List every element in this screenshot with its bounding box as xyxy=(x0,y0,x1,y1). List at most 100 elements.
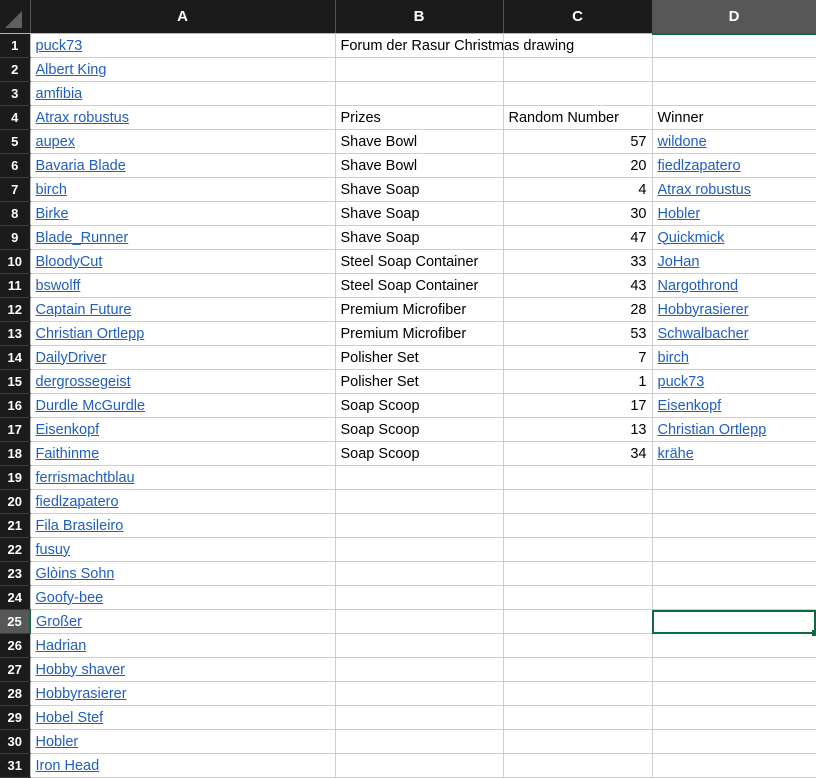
hyperlink[interactable]: amfibia xyxy=(36,86,83,102)
cell-B19[interactable] xyxy=(335,465,504,490)
cell-A1[interactable]: puck73 xyxy=(30,33,336,58)
row-header-25[interactable]: 25 xyxy=(0,609,31,634)
cell-B28[interactable] xyxy=(335,681,504,706)
cell-A11[interactable]: bswolff xyxy=(30,273,336,298)
row-header-26[interactable]: 26 xyxy=(0,633,31,658)
row-header-31[interactable]: 31 xyxy=(0,753,31,778)
cell-C3[interactable] xyxy=(503,81,653,106)
cell-C13[interactable]: 53 xyxy=(503,321,653,346)
cell-A22[interactable]: fusuy xyxy=(30,537,336,562)
cell-C8[interactable]: 30 xyxy=(503,201,653,226)
column-header-c[interactable]: C xyxy=(503,0,653,34)
row-header-20[interactable]: 20 xyxy=(0,489,31,514)
cell-C12[interactable]: 28 xyxy=(503,297,653,322)
cell-C24[interactable] xyxy=(503,585,653,610)
row-header-5[interactable]: 5 xyxy=(0,129,31,154)
row-header-19[interactable]: 19 xyxy=(0,465,31,490)
cell-A19[interactable]: ferrismachtblau xyxy=(30,465,336,490)
cell-D11[interactable]: Nargothrond xyxy=(652,273,816,298)
cell-C4[interactable]: Random Number xyxy=(503,105,653,130)
cell-B20[interactable] xyxy=(335,489,504,514)
cell-C26[interactable] xyxy=(503,633,653,658)
cell-C7[interactable]: 4 xyxy=(503,177,653,202)
cell-C16[interactable]: 17 xyxy=(503,393,653,418)
cell-B12[interactable]: Premium Microfiber xyxy=(335,297,504,322)
cell-C14[interactable]: 7 xyxy=(503,345,653,370)
hyperlink[interactable]: Hobel Stef xyxy=(36,710,104,726)
cell-B14[interactable]: Polisher Set xyxy=(335,345,504,370)
cell-B31[interactable] xyxy=(335,753,504,778)
cell-C15[interactable]: 1 xyxy=(503,369,653,394)
hyperlink[interactable]: Birke xyxy=(36,206,69,222)
cell-B15[interactable]: Polisher Set xyxy=(335,369,504,394)
cell-D6[interactable]: fiedlzapatero xyxy=(652,153,816,178)
cell-D31[interactable] xyxy=(652,753,816,778)
row-header-22[interactable]: 22 xyxy=(0,537,31,562)
cell-D8[interactable]: Hobler xyxy=(652,201,816,226)
cell-B4[interactable]: Prizes xyxy=(335,105,504,130)
cell-B30[interactable] xyxy=(335,729,504,754)
hyperlink[interactable]: wildone xyxy=(658,134,707,150)
cell-C21[interactable] xyxy=(503,513,653,538)
cell-A20[interactable]: fiedlzapatero xyxy=(30,489,336,514)
cell-B29[interactable] xyxy=(335,705,504,730)
row-header-17[interactable]: 17 xyxy=(0,417,31,442)
cell-A26[interactable]: Hadrian xyxy=(30,633,336,658)
row-header-23[interactable]: 23 xyxy=(0,561,31,586)
hyperlink[interactable]: aupex xyxy=(36,134,76,150)
row-header-18[interactable]: 18 xyxy=(0,441,31,466)
hyperlink[interactable]: bswolff xyxy=(36,278,81,294)
cell-A14[interactable]: DailyDriver xyxy=(30,345,336,370)
cell-A24[interactable]: Goofy-bee xyxy=(30,585,336,610)
cell-D26[interactable] xyxy=(652,633,816,658)
row-header-28[interactable]: 28 xyxy=(0,681,31,706)
hyperlink[interactable]: Fila Brasileiro xyxy=(36,518,124,534)
cell-B10[interactable]: Steel Soap Container xyxy=(335,249,504,274)
hyperlink[interactable]: Atrax robustus xyxy=(658,182,752,198)
cell-A9[interactable]: Blade_Runner xyxy=(30,225,336,250)
row-header-13[interactable]: 13 xyxy=(0,321,31,346)
row-header-4[interactable]: 4 xyxy=(0,105,31,130)
cell-A13[interactable]: Christian Ortlepp xyxy=(30,321,336,346)
hyperlink[interactable]: Iron Head xyxy=(36,758,100,774)
row-header-6[interactable]: 6 xyxy=(0,153,31,178)
column-header-a[interactable]: A xyxy=(30,0,336,34)
cell-B26[interactable] xyxy=(335,633,504,658)
cell-C27[interactable] xyxy=(503,657,653,682)
hyperlink[interactable]: Bavaria Blade xyxy=(36,158,126,174)
hyperlink[interactable]: Christian Ortlepp xyxy=(36,326,145,342)
row-header-11[interactable]: 11 xyxy=(0,273,31,298)
cell-A18[interactable]: Faithinme xyxy=(30,441,336,466)
row-header-10[interactable]: 10 xyxy=(0,249,31,274)
cell-C17[interactable]: 13 xyxy=(503,417,653,442)
cell-D24[interactable] xyxy=(652,585,816,610)
cell-D16[interactable]: Eisenkopf xyxy=(652,393,816,418)
row-header-30[interactable]: 30 xyxy=(0,729,31,754)
cell-D4[interactable]: Winner xyxy=(652,105,816,130)
cell-C31[interactable] xyxy=(503,753,653,778)
cell-B7[interactable]: Shave Soap xyxy=(335,177,504,202)
cell-C18[interactable]: 34 xyxy=(503,441,653,466)
hyperlink[interactable]: Faithinme xyxy=(36,446,100,462)
row-header-16[interactable]: 16 xyxy=(0,393,31,418)
hyperlink[interactable]: puck73 xyxy=(36,38,83,54)
cell-D28[interactable] xyxy=(652,681,816,706)
hyperlink[interactable]: Atrax robustus xyxy=(36,110,130,126)
hyperlink[interactable]: Hadrian xyxy=(36,638,87,654)
hyperlink[interactable]: Goofy-bee xyxy=(36,590,104,606)
cell-C20[interactable] xyxy=(503,489,653,514)
cell-B23[interactable] xyxy=(335,561,504,586)
cell-D1[interactable] xyxy=(652,33,816,58)
cell-C19[interactable] xyxy=(503,465,653,490)
row-header-3[interactable]: 3 xyxy=(0,81,31,106)
cell-A27[interactable]: Hobby shaver xyxy=(30,657,336,682)
cell-D20[interactable] xyxy=(652,489,816,514)
cell-A7[interactable]: birch xyxy=(30,177,336,202)
cell-B8[interactable]: Shave Soap xyxy=(335,201,504,226)
cell-A6[interactable]: Bavaria Blade xyxy=(30,153,336,178)
cell-A8[interactable]: Birke xyxy=(30,201,336,226)
row-header-14[interactable]: 14 xyxy=(0,345,31,370)
hyperlink[interactable]: birch xyxy=(658,350,689,366)
hyperlink[interactable]: Durdle McGurdle xyxy=(36,398,146,414)
cell-D14[interactable]: birch xyxy=(652,345,816,370)
